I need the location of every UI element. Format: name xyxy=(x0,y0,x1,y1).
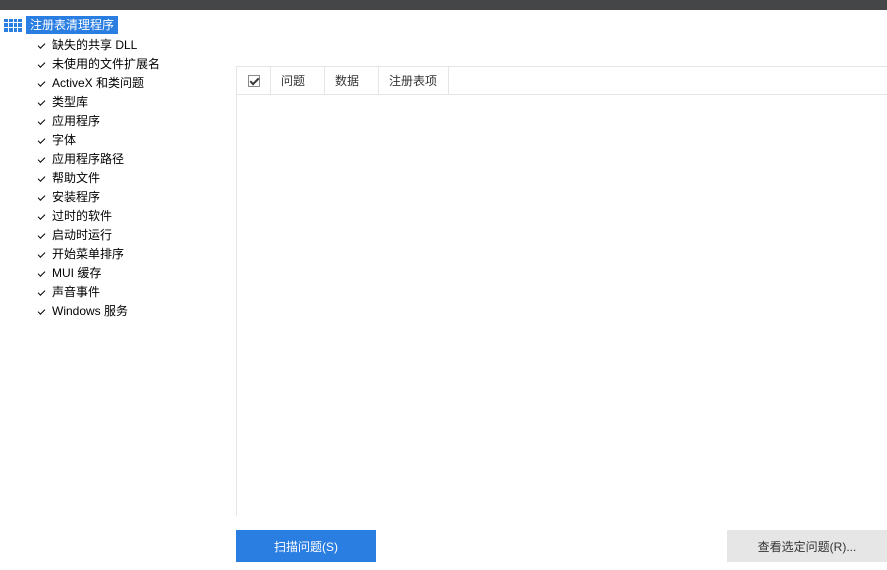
checkmark-icon xyxy=(38,99,46,107)
tree-item-label: 应用程序路径 xyxy=(52,151,124,168)
tree-root[interactable]: 注册表清理程序 xyxy=(0,16,226,34)
tree-item-label: 安装程序 xyxy=(52,189,100,206)
checkmark-icon xyxy=(38,308,46,316)
tree-item-label: 应用程序 xyxy=(52,113,100,130)
table-header-filler xyxy=(449,67,887,94)
checkmark-icon xyxy=(38,251,46,259)
tree-item-sound-events[interactable]: 声音事件 xyxy=(0,283,226,302)
checkmark-icon xyxy=(38,289,46,297)
content-area: 问题 数据 注册表项 扫描问题(S) 查看选定问题(R)... xyxy=(226,10,887,570)
tree-root-label: 注册表清理程序 xyxy=(26,16,118,34)
tree-item-label: 声音事件 xyxy=(52,284,100,301)
tree-item-help-files[interactable]: 帮助文件 xyxy=(0,169,226,188)
app-grid-icon xyxy=(4,19,22,32)
tree-item-label: MUI 缓存 xyxy=(52,265,101,282)
checkmark-icon xyxy=(38,213,46,221)
tree-item-type-library[interactable]: 类型库 xyxy=(0,93,226,112)
checkmark-icon xyxy=(38,232,46,240)
tree-item-obsolete-software[interactable]: 过时的软件 xyxy=(0,207,226,226)
tree-item-missing-shared-dll[interactable]: 缺失的共享 DLL xyxy=(0,36,226,55)
select-all-checkbox[interactable] xyxy=(248,75,260,87)
tree-item-label: 类型库 xyxy=(52,94,88,111)
tree-item-label: Windows 服务 xyxy=(52,303,128,320)
tree-item-label: ActiveX 和类问题 xyxy=(52,75,144,92)
tree-item-label: 字体 xyxy=(52,132,76,149)
tree-item-windows-services[interactable]: Windows 服务 xyxy=(0,302,226,321)
checkmark-icon xyxy=(38,80,46,88)
checkmark-icon xyxy=(38,42,46,50)
column-label: 数据 xyxy=(335,72,359,89)
tree-item-label: 未使用的文件扩展名 xyxy=(52,56,160,73)
checkmark-icon xyxy=(38,118,46,126)
title-bar xyxy=(0,0,887,10)
checkmark-icon xyxy=(38,156,46,164)
column-label: 问题 xyxy=(281,72,305,89)
sidebar: 注册表清理程序 缺失的共享 DLL 未使用的文件扩展名 ActiveX 和类问题… xyxy=(0,10,226,570)
checkmark-icon xyxy=(38,270,46,278)
tree-children: 缺失的共享 DLL 未使用的文件扩展名 ActiveX 和类问题 类型库 应用程… xyxy=(0,36,226,321)
checkmark-icon xyxy=(38,175,46,183)
table-header: 问题 数据 注册表项 xyxy=(237,67,887,95)
tree-item-mui-cache[interactable]: MUI 缓存 xyxy=(0,264,226,283)
review-selected-button[interactable]: 查看选定问题(R)... xyxy=(727,530,887,562)
tree-item-label: 帮助文件 xyxy=(52,170,100,187)
tree-item-start-menu-sort[interactable]: 开始菜单排序 xyxy=(0,245,226,264)
button-label: 查看选定问题(R)... xyxy=(758,538,857,555)
tree-item-unused-extensions[interactable]: 未使用的文件扩展名 xyxy=(0,55,226,74)
main-layout: 注册表清理程序 缺失的共享 DLL 未使用的文件扩展名 ActiveX 和类问题… xyxy=(0,10,887,570)
tree-item-label: 过时的软件 xyxy=(52,208,112,225)
tree-item-applications[interactable]: 应用程序 xyxy=(0,112,226,131)
checkmark-icon xyxy=(38,61,46,69)
tree-item-installer[interactable]: 安装程序 xyxy=(0,188,226,207)
tree-item-activex[interactable]: ActiveX 和类问题 xyxy=(0,74,226,93)
footer-bar: 扫描问题(S) 查看选定问题(R)... xyxy=(236,530,887,562)
table-header-problem[interactable]: 问题 xyxy=(271,67,325,94)
table-header-data[interactable]: 数据 xyxy=(325,67,379,94)
button-label: 扫描问题(S) xyxy=(274,538,338,555)
tree-item-startup[interactable]: 启动时运行 xyxy=(0,226,226,245)
results-table: 问题 数据 注册表项 xyxy=(236,66,887,516)
checkmark-icon xyxy=(38,137,46,145)
column-label: 注册表项 xyxy=(389,72,437,89)
tree-item-app-paths[interactable]: 应用程序路径 xyxy=(0,150,226,169)
tree-item-label: 启动时运行 xyxy=(52,227,112,244)
checkmark-icon xyxy=(38,194,46,202)
tree-item-label: 开始菜单排序 xyxy=(52,246,124,263)
table-header-registry-key[interactable]: 注册表项 xyxy=(379,67,449,94)
table-header-checkbox-col[interactable] xyxy=(237,67,271,94)
tree-item-label: 缺失的共享 DLL xyxy=(52,37,137,54)
tree-item-fonts[interactable]: 字体 xyxy=(0,131,226,150)
scan-button[interactable]: 扫描问题(S) xyxy=(236,530,376,562)
